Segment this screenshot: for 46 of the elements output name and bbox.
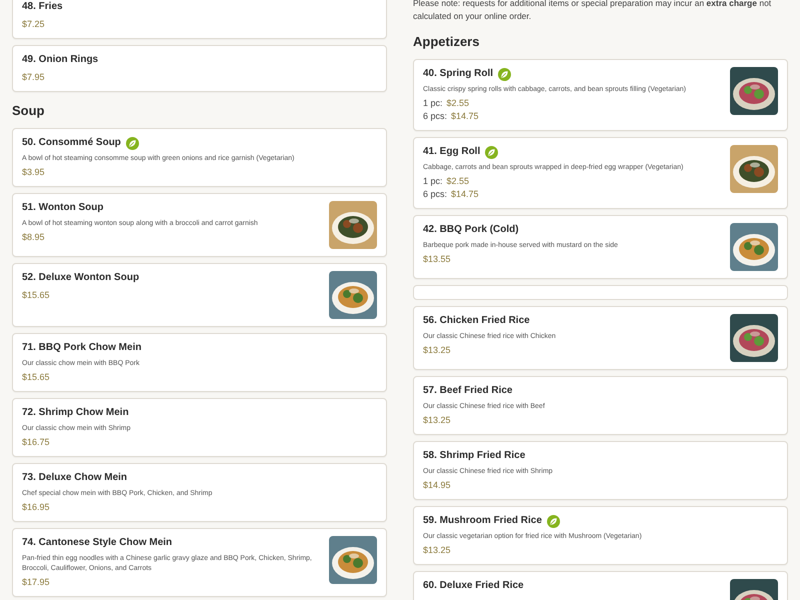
item-title: 56. Chicken Fried Rice [423, 314, 530, 328]
item-title: 41. Egg Roll [423, 145, 480, 159]
item-title: 59. Mushroom Fried Rice [423, 514, 542, 528]
item-price: $7.95 [22, 71, 45, 84]
item-title: 58. Shrimp Fried Rice [423, 449, 526, 463]
item-price: $13.25 [423, 544, 451, 557]
item-price: $16.95 [22, 501, 50, 514]
item-title: 72. Shrimp Chow Mein [22, 406, 129, 420]
item-title: 40. Spring Roll [423, 67, 494, 81]
item-title: 50. Consommé Soup [22, 136, 121, 150]
item-title: 71. BBQ Pork Chow Mein [22, 341, 142, 355]
item-title: 73. Deluxe Chow Mein [22, 471, 128, 485]
section-heading: Soup [12, 102, 46, 120]
item-price: $2.55 [446, 175, 470, 188]
menu-item-card[interactable]: 52. Deluxe Wonton Soup $15.65 [12, 263, 387, 327]
item-title: 60. Deluxe Fried Rice [423, 579, 524, 593]
item-price: $14.75 [451, 110, 479, 123]
portion-label: 1 pc: [423, 97, 443, 110]
item-price: $2.55 [446, 97, 470, 110]
item-price: $13.55 [423, 253, 451, 266]
item-price: $7.25 [22, 18, 45, 31]
portion-label: 1 pc: [423, 175, 443, 188]
item-price: $8.95 [22, 231, 45, 244]
item-price: $15.65 [22, 289, 50, 302]
item-price: $3.95 [22, 166, 45, 179]
item-title: 49. Onion Rings [22, 53, 98, 67]
order-note: Please note: requests for additional items or special preparation may incur an extra charge not calculated on your online order. [413, 0, 772, 23]
menu-item-card[interactable]: 60. Deluxe Fried Rice [413, 571, 788, 600]
item-price: $13.25 [423, 414, 451, 427]
section-heading: Appetizers [413, 33, 480, 51]
portion-label: 6 pcs: [423, 110, 448, 123]
menu-item-card[interactable]: 49. Onion Rings $7.95 [12, 45, 387, 92]
item-price: $15.65 [22, 371, 50, 384]
item-title: 42. BBQ Pork (Cold) [423, 223, 519, 237]
portion-label: 6 pcs: [423, 188, 448, 201]
item-title: 57. Beef Fried Rice [423, 384, 512, 398]
item-price: $17.95 [22, 576, 50, 589]
item-price: $13.25 [423, 344, 451, 357]
item-title: 48. Fries [22, 0, 63, 14]
item-title: 74. Cantonese Style Chow Mein [22, 536, 172, 550]
menu-item-card[interactable]: 48. Fries $7.25 [12, 0, 387, 39]
item-title: 51. Wonton Soup [22, 201, 104, 215]
item-price: $14.75 [451, 188, 479, 201]
item-price: $16.75 [22, 436, 50, 449]
item-price: $14.95 [423, 479, 451, 492]
item-title: 52. Deluxe Wonton Soup [22, 271, 140, 285]
